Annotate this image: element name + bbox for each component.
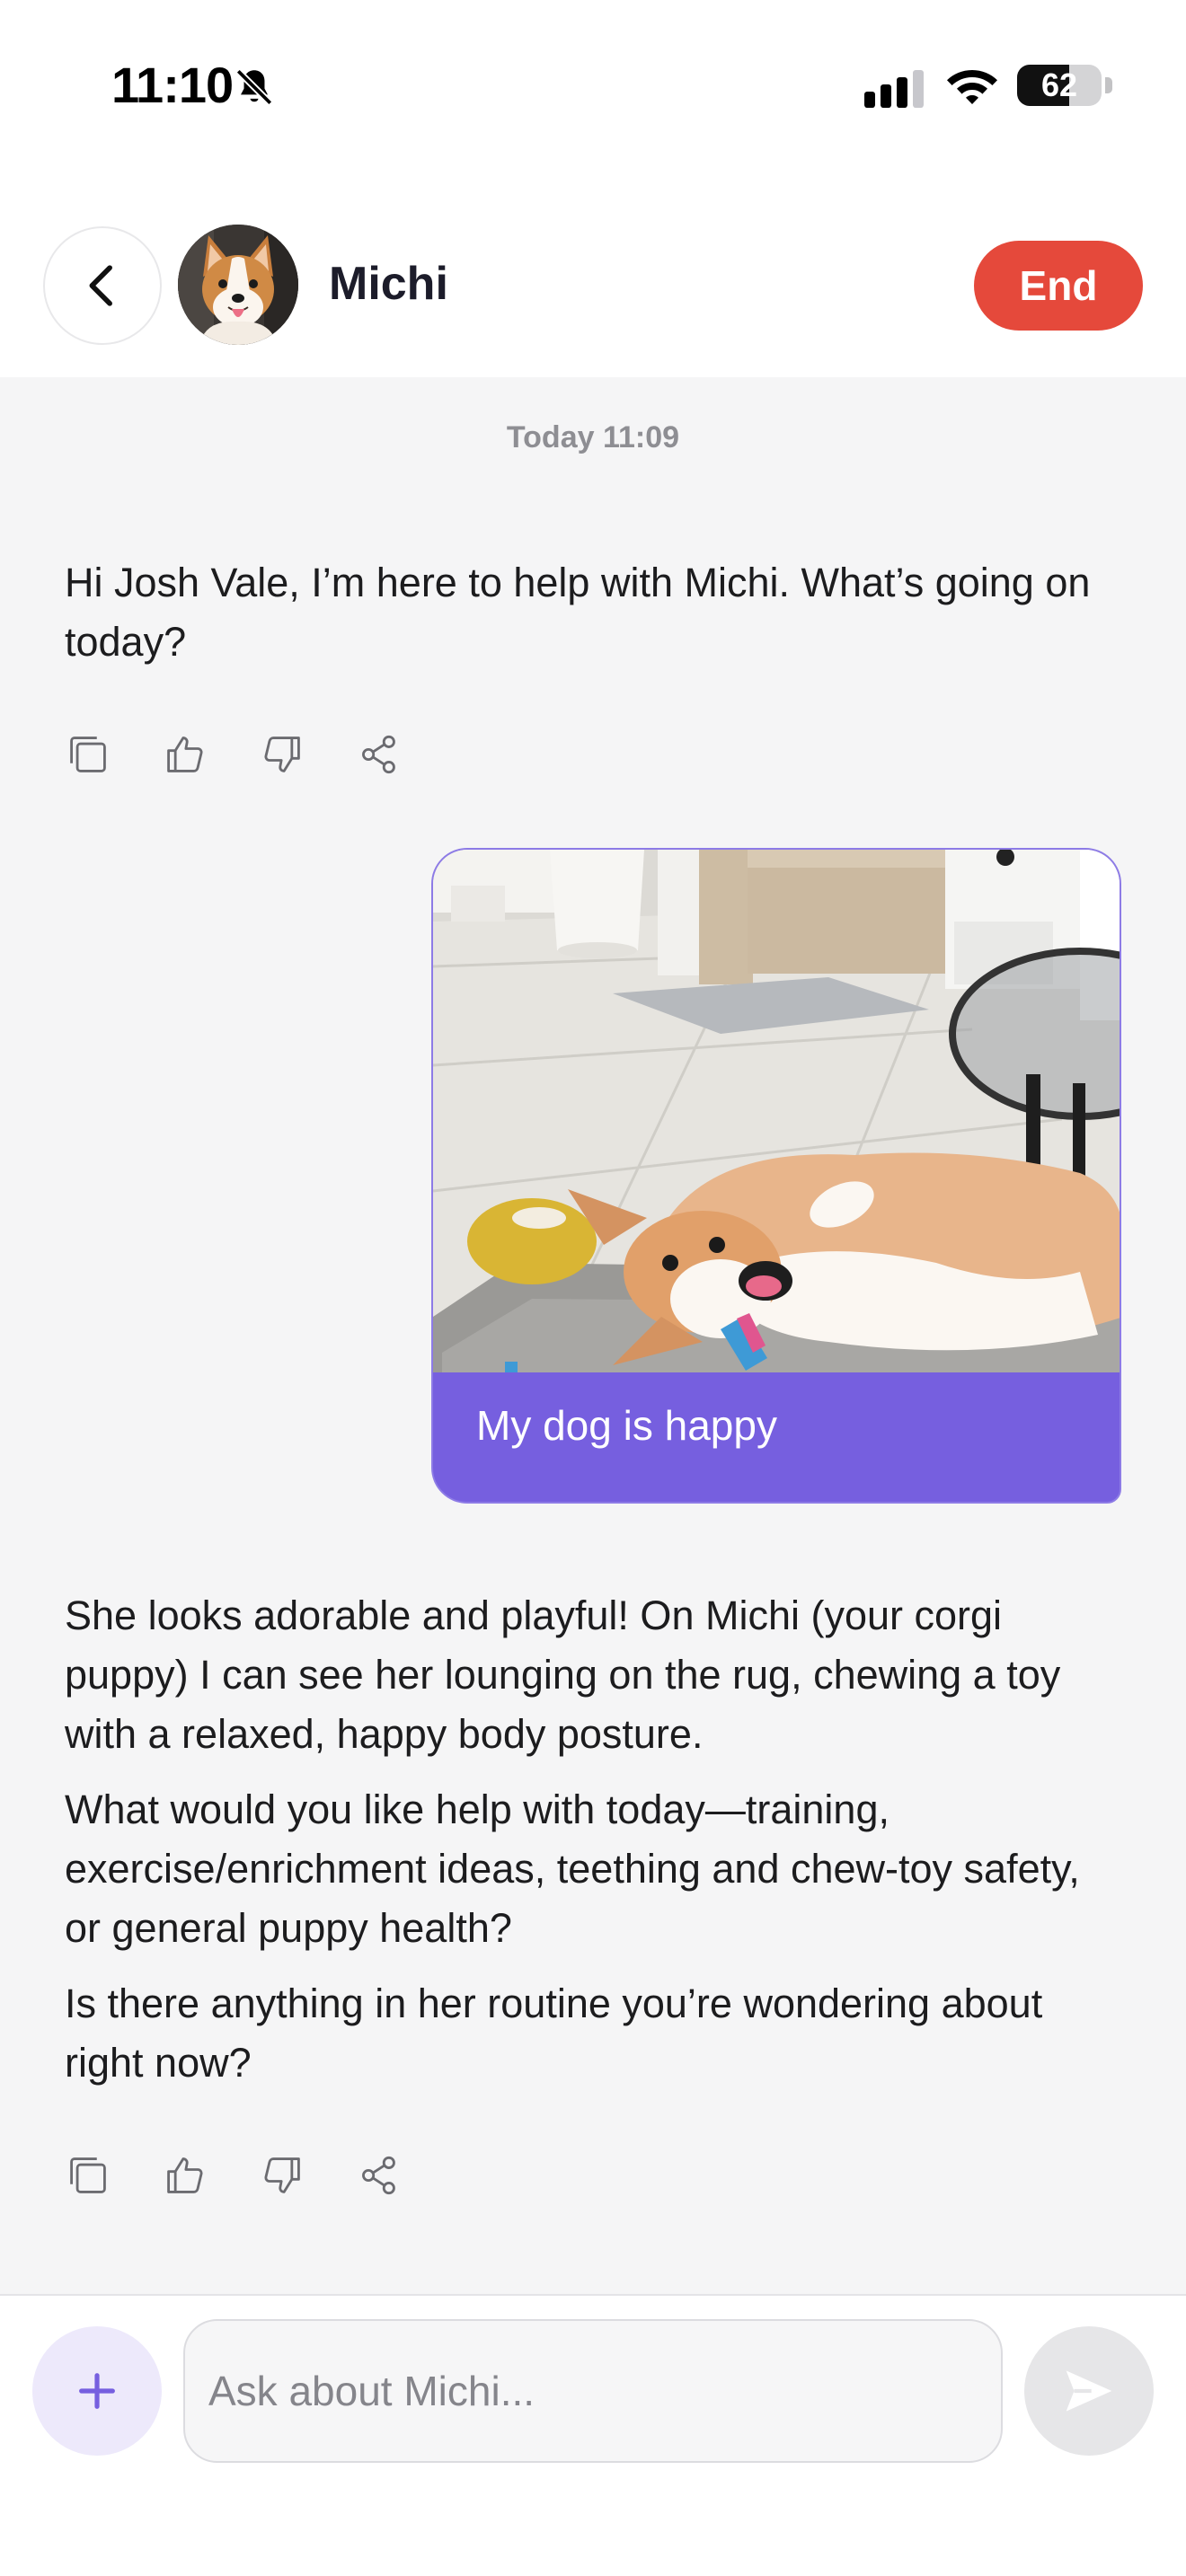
add-attachment-button[interactable]	[32, 2326, 162, 2456]
dog-photo[interactable]	[433, 850, 1121, 1372]
thumbs-down-button[interactable]	[257, 729, 307, 780]
battery-percent: 62	[1040, 66, 1078, 103]
message-paragraph: Is there anything in her routine you’re …	[65, 1981, 1043, 2086]
chat-header: Michi End	[0, 171, 1186, 377]
thumbs-down-button[interactable]	[257, 2150, 307, 2201]
wifi-icon	[947, 70, 997, 104]
thumbs-up-button[interactable]	[160, 729, 210, 780]
corgi-avatar-image	[178, 225, 298, 345]
composer	[0, 2294, 1186, 2576]
message-paragraph: She looks adorable and playful! On Michi…	[65, 1592, 1061, 1757]
cellular-signal-icon	[864, 70, 924, 108]
status-time: 11:10	[111, 57, 234, 113]
message-text: Hi Josh Vale, I’m here to help with Mich…	[65, 560, 1091, 665]
thumbs-down-icon	[264, 737, 300, 772]
chat-timestamp: Today 11:09	[506, 420, 680, 454]
back-button[interactable]	[43, 226, 162, 345]
thumbs-down-icon	[264, 2157, 300, 2193]
copy-icon	[70, 737, 106, 772]
message-paragraph: What would you like help with today—trai…	[65, 1786, 1080, 1951]
battery-cap	[1105, 77, 1112, 93]
share-icon	[362, 2156, 395, 2195]
message-actions	[63, 729, 458, 780]
page-title: Michi	[329, 258, 448, 310]
message-input[interactable]	[183, 2319, 1003, 2463]
share-icon	[362, 735, 395, 774]
bell-slash-icon	[235, 68, 273, 106]
chat-thread[interactable]: Today 11:09 Hi Josh Vale, I’m here to he…	[0, 377, 1186, 2294]
plus-icon	[79, 2373, 115, 2409]
user-message-text: My dog is happy	[476, 1402, 777, 1449]
copy-icon	[70, 2157, 106, 2193]
send-icon	[1066, 2370, 1112, 2412]
assistant-message: Hi Josh Vale, I’m here to help with Mich…	[65, 553, 1107, 688]
chevron-left-icon	[89, 265, 112, 306]
share-button[interactable]	[354, 2150, 404, 2201]
thumbs-up-icon	[167, 737, 203, 772]
thumbs-up-icon	[167, 2157, 203, 2193]
copy-button[interactable]	[63, 729, 113, 780]
copy-button[interactable]	[63, 2150, 113, 2201]
user-message[interactable]: My dog is happy	[431, 848, 1121, 1504]
message-actions	[63, 2150, 458, 2201]
share-button[interactable]	[354, 729, 404, 780]
battery-icon: 62	[1017, 65, 1102, 106]
thumbs-up-button[interactable]	[160, 2150, 210, 2201]
avatar[interactable]	[178, 225, 298, 345]
status-bar: 11:10 62	[0, 0, 1186, 171]
assistant-message: She looks adorable and playful! On Michi…	[65, 1586, 1107, 2109]
end-button[interactable]: End	[974, 241, 1143, 331]
send-button[interactable]	[1024, 2326, 1154, 2456]
